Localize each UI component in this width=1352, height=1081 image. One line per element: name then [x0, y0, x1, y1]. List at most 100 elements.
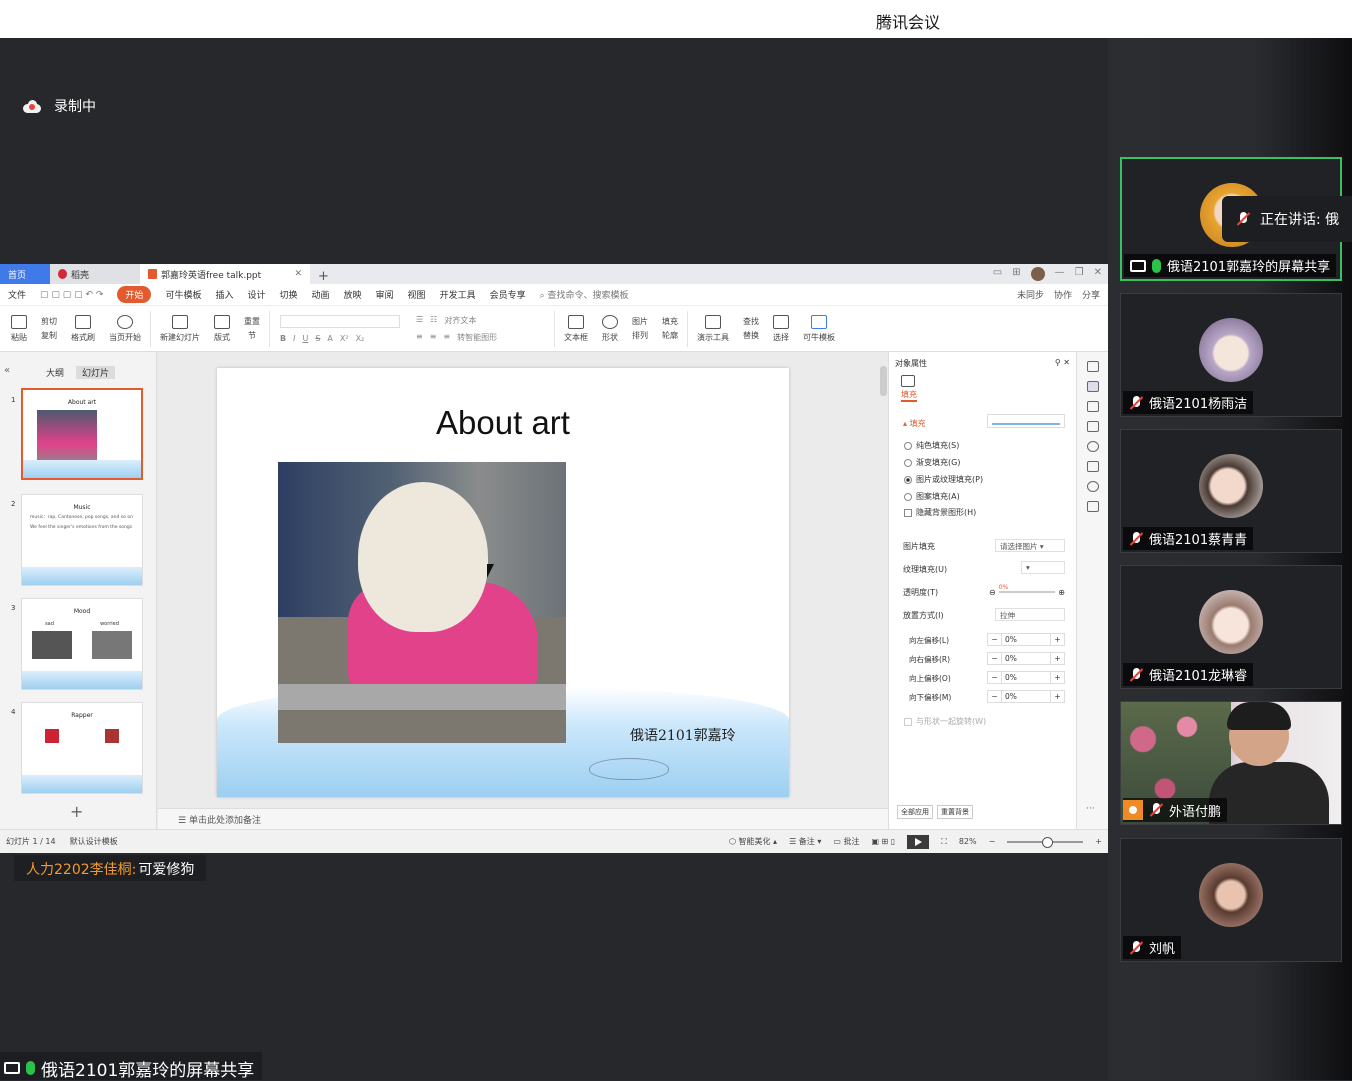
option-solid-fill[interactable]: 纯色填充(S) [904, 440, 959, 451]
animation-icon[interactable] [1086, 401, 1099, 412]
restore-icon[interactable]: ❐ [1075, 267, 1084, 281]
present-tools-button[interactable]: 演示工具 [692, 314, 734, 343]
fill-color-select[interactable] [987, 414, 1065, 428]
offset-left-stepper[interactable]: −0% + [987, 633, 1065, 646]
align-center-icon[interactable]: ≡ [430, 332, 437, 343]
dog-photo[interactable] [278, 462, 566, 743]
tab-outline[interactable]: 大纲 [46, 366, 64, 379]
slide-thumbnail[interactable]: Mood sad worried [21, 598, 143, 690]
share-button[interactable]: 分享 [1082, 288, 1100, 301]
copy-label[interactable]: 复制 [41, 330, 57, 341]
align-text-button[interactable]: 对齐文本 [444, 315, 476, 326]
smart-shape-button[interactable]: 转智能图形 [457, 332, 497, 343]
command-search[interactable]: ⌕ 查找命令、搜索模板 [540, 288, 629, 301]
participant-tile-video[interactable]: 外语付鹏 [1120, 701, 1342, 825]
picture-button[interactable]: 图片 排列 [627, 316, 653, 341]
pin-close-icons[interactable]: ⚲ ✕ [1055, 358, 1070, 369]
offset-right-stepper[interactable]: −0% + [987, 652, 1065, 665]
tab-daoke[interactable]: 稻壳 [50, 264, 140, 284]
zoom-out-button[interactable]: − [989, 837, 996, 846]
layout-icon[interactable]: ▭ [993, 267, 1002, 281]
comments-toggle[interactable]: ▭ 批注 [833, 836, 859, 847]
view-buttons[interactable]: ▣ ⊞ ▯ [871, 837, 895, 846]
menu-file[interactable]: 文件 [8, 288, 26, 301]
menu-view[interactable]: 视图 [408, 288, 426, 301]
menu-review[interactable]: 审阅 [376, 288, 394, 301]
close-tab-icon[interactable]: ✕ [294, 269, 302, 279]
slide-thumbnail[interactable]: Music music：rap, Cantonese, pop songs, a… [21, 494, 143, 586]
current-slide[interactable]: About art 俄语2101郭嘉玲 [217, 368, 789, 797]
outline-label[interactable]: 轮廓 [662, 330, 678, 341]
tab-document[interactable]: 郭嘉玲英语free talk.ppt ✕ [140, 264, 310, 284]
align-left-icon[interactable]: ≡ [416, 332, 423, 343]
placement-select[interactable]: 拉伸 [995, 608, 1065, 621]
text-box-button[interactable]: 文本框 [559, 314, 593, 343]
option-pattern-fill[interactable]: 图案填充(A) [904, 491, 960, 502]
close-icon[interactable]: ✕ [1094, 267, 1102, 281]
bullet-list-icon[interactable]: ☰ [416, 315, 423, 326]
new-tab-button[interactable]: + [310, 269, 337, 284]
canvas-scrollbar[interactable] [880, 366, 887, 396]
slide-thumbnail[interactable]: About art [21, 388, 143, 480]
plus-icon[interactable]: ⊕ [1058, 588, 1065, 597]
recording-indicator[interactable]: 录制中 [22, 96, 96, 116]
participant-tile[interactable]: 俄语2101龙琳睿 [1120, 565, 1342, 689]
bold-button[interactable]: B [280, 334, 286, 343]
zoom-in-button[interactable]: + [1095, 837, 1102, 846]
font-family-select[interactable] [280, 314, 400, 328]
location-icon[interactable] [1086, 481, 1099, 492]
offset-bottom-stepper[interactable]: −0% + [987, 690, 1065, 703]
hide-background-checkbox[interactable]: 隐藏背景图形(H) [904, 507, 976, 518]
layout-button[interactable]: 版式 [209, 314, 235, 343]
slideshow-play-button[interactable] [907, 834, 930, 849]
template-name[interactable]: 默认设计模板 [70, 836, 118, 847]
font-color-button[interactable]: A [327, 334, 332, 343]
picture-fill-select[interactable]: 请选择图片 ▾ [995, 539, 1065, 552]
template-button[interactable]: 可牛模板 [798, 314, 840, 343]
paste-button[interactable]: 粘贴 [6, 314, 32, 343]
zoom-level[interactable]: 82% [959, 837, 977, 846]
arrange-label[interactable]: 排列 [632, 330, 648, 341]
menu-start[interactable]: 开始 [117, 286, 152, 303]
reset-background-button[interactable]: 重置背景 [937, 805, 973, 819]
fit-icon[interactable]: ⛶ [941, 837, 947, 847]
zoom-slider[interactable] [1007, 836, 1084, 848]
collapse-panel-icon[interactable]: « [4, 365, 10, 376]
cut-button[interactable]: 剪切 复制 [36, 316, 62, 341]
menu-slideshow[interactable]: 放映 [344, 288, 362, 301]
participant-tile[interactable]: 俄语2101杨雨洁 [1120, 293, 1342, 417]
align-right-icon[interactable]: ≡ [443, 332, 450, 343]
shape-button[interactable]: 形状 [597, 314, 623, 343]
menu-design[interactable]: 设计 [247, 288, 265, 301]
help-icon[interactable] [1086, 441, 1099, 452]
slide-title[interactable]: About art [217, 404, 789, 442]
new-slide-button[interactable]: 新建幻灯片 [155, 314, 205, 343]
collaborate-button[interactable]: 协作 [1054, 288, 1072, 301]
menu-animation[interactable]: 动画 [312, 288, 330, 301]
menu-member[interactable]: 会员专享 [490, 288, 526, 301]
minimize-icon[interactable]: — [1055, 267, 1065, 281]
user-avatar[interactable] [1030, 267, 1045, 281]
reset-button[interactable]: 重置节 [239, 316, 265, 341]
replace-label[interactable]: 替换 [743, 330, 759, 341]
subscript-button[interactable]: X₂ [356, 334, 365, 343]
section-label[interactable]: 节 [248, 330, 256, 341]
current-start-button[interactable]: 当页开始 [104, 314, 146, 343]
fill-button[interactable]: 填充 轮廓 [657, 316, 683, 341]
beautify-button[interactable]: ⬡ 智能美化 ▴ [729, 836, 777, 847]
italic-button[interactable]: I [293, 334, 295, 343]
transition-icon[interactable] [1086, 421, 1099, 432]
offset-top-stepper[interactable]: −0% + [987, 671, 1065, 684]
tab-fill[interactable]: 填充 [901, 389, 917, 402]
tab-home[interactable]: 首页 [0, 264, 50, 284]
find-button[interactable]: 查找 替换 [738, 316, 764, 341]
more-icon[interactable]: ··· [1086, 804, 1095, 814]
notes-toggle[interactable]: ☰ 备注 ▾ [789, 836, 821, 847]
grid-icon[interactable]: ⊞ [1012, 267, 1020, 281]
superscript-button[interactable]: X² [340, 334, 349, 343]
minus-icon[interactable]: ⊖ [989, 588, 996, 597]
select-button[interactable]: 选择 [768, 314, 794, 343]
apply-all-button[interactable]: 全部应用 [897, 805, 933, 819]
slide-thumbnail[interactable]: Rapper [21, 702, 143, 794]
number-list-icon[interactable]: ☷ [430, 315, 437, 326]
